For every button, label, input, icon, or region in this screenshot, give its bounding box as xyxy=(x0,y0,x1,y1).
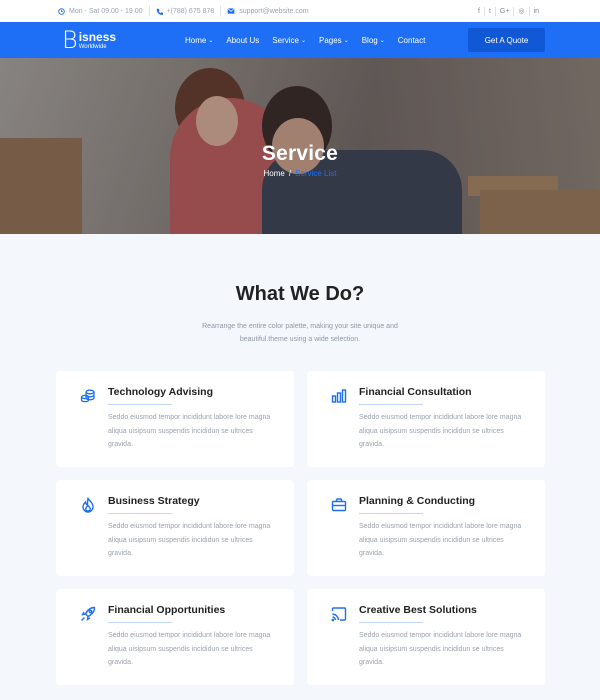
section-subtitle: Rearrange the entire color palette, maki… xyxy=(202,323,398,343)
nav-item-service[interactable]: Service ⌄ xyxy=(272,36,306,45)
services-section: What We Do? Rearrange the entire color p… xyxy=(0,234,600,700)
title-underline xyxy=(359,622,423,623)
service-title: Creative Best Solutions xyxy=(359,604,477,616)
nav-label: Contact xyxy=(397,35,426,45)
service-card[interactable]: Creative Best Solutions Seddo eiusmod te… xyxy=(307,589,545,685)
chevron-down-icon: ⌄ xyxy=(208,37,214,44)
service-card[interactable]: Financial Opportunities Seddo eiusmod te… xyxy=(56,589,294,685)
title-underline xyxy=(108,622,172,623)
service-card[interactable]: Planning & Conducting Seddo eiusmod temp… xyxy=(307,480,545,576)
briefcase-icon xyxy=(330,496,348,514)
service-title: Planning & Conducting xyxy=(359,495,476,507)
service-card[interactable]: Business Strategy Seddo eiusmod tempor i… xyxy=(56,480,294,576)
chevron-down-icon: ⌄ xyxy=(300,37,306,44)
logo-word: isness xyxy=(78,29,117,44)
phone-info[interactable]: +(788) 675 878 xyxy=(156,7,215,15)
nav-label: Pages xyxy=(319,35,342,45)
dribbble-icon[interactable]: ◎ xyxy=(514,7,528,15)
logo-letter: B xyxy=(62,26,78,54)
logo-tagline: Worldwide xyxy=(78,43,107,50)
cast-icon xyxy=(330,605,348,623)
logo[interactable]: B isness Worldwide xyxy=(62,28,185,52)
service-card[interactable]: Financial Consultation Seddo eiusmod tem… xyxy=(307,371,545,467)
nav-item-blog[interactable]: Blog ⌄ xyxy=(362,36,385,45)
rocket-icon xyxy=(79,605,97,623)
service-description: Seddo eiusmod tempor incididunt labore l… xyxy=(359,632,522,666)
page-title: Service xyxy=(261,142,339,165)
nav-label: Home xyxy=(185,35,207,45)
google-plus-icon[interactable]: G+ xyxy=(496,8,514,15)
service-card[interactable]: Technology Advising Seddo eiusmod tempor… xyxy=(56,371,294,467)
main-navbar: B isness Worldwide Home ⌄ About Us Servic… xyxy=(0,22,600,58)
hours-text: Mon - Sat 09.00 - 19.00 xyxy=(69,7,143,15)
service-title: Technology Advising xyxy=(108,386,214,398)
chevron-down-icon: ⌄ xyxy=(379,37,385,44)
flame-icon xyxy=(79,496,97,514)
section-heading: What We Do? xyxy=(235,283,365,305)
chevron-down-icon: ⌄ xyxy=(343,37,349,44)
breadcrumb-current: Service List xyxy=(295,169,337,178)
logo-words: isness Worldwide xyxy=(79,31,116,50)
bar-chart-icon xyxy=(330,387,348,405)
get-quote-button[interactable]: Get A Quote xyxy=(468,28,545,52)
service-description: Seddo eiusmod tempor incididunt labore l… xyxy=(108,632,271,666)
email-info[interactable]: support@website.com xyxy=(227,7,309,15)
nav-label: Blog xyxy=(361,35,378,45)
nav-item-pages[interactable]: Pages ⌄ xyxy=(319,36,349,45)
title-underline xyxy=(359,404,423,405)
nav-item-home[interactable]: Home ⌄ xyxy=(185,36,213,45)
service-description: Seddo eiusmod tempor incididunt labore l… xyxy=(359,523,522,557)
contact-info: Mon - Sat 09.00 - 19.00 +(788) 675 878 s… xyxy=(58,6,309,16)
linkedin-icon[interactable]: in xyxy=(530,8,543,15)
service-description: Seddo eiusmod tempor incididunt labore l… xyxy=(359,414,522,448)
service-title: Financial Opportunities xyxy=(108,604,226,616)
divider xyxy=(148,6,150,16)
divider xyxy=(220,6,222,16)
facebook-icon[interactable]: f xyxy=(474,8,484,15)
phone-text: +(788) 675 878 xyxy=(166,7,215,15)
envelope-icon xyxy=(227,8,235,14)
nav-item-contact[interactable]: Contact xyxy=(398,36,426,45)
breadcrumb-separator: / xyxy=(288,169,292,178)
title-underline xyxy=(108,404,172,405)
title-underline xyxy=(108,513,172,514)
breadcrumb-home[interactable]: Home xyxy=(264,169,285,178)
hours-info: Mon - Sat 09.00 - 19.00 xyxy=(58,8,143,15)
service-title: Business Strategy xyxy=(108,495,200,507)
page-hero: Service Home / Service List xyxy=(0,58,600,234)
top-info-bar: Mon - Sat 09.00 - 19.00 +(788) 675 878 s… xyxy=(0,0,600,22)
twitter-icon[interactable]: t xyxy=(485,8,495,15)
service-description: Seddo eiusmod tempor incididunt labore l… xyxy=(108,523,271,557)
service-title: Financial Consultation xyxy=(359,386,472,398)
social-links: f t G+ ◎ in xyxy=(474,6,543,16)
breadcrumb: Home / Service List xyxy=(0,169,600,178)
title-underline xyxy=(359,513,423,514)
nav-label: Service xyxy=(272,35,299,45)
coins-icon xyxy=(79,387,97,405)
nav-label: About Us xyxy=(226,35,260,45)
service-description: Seddo eiusmod tempor incididunt labore l… xyxy=(108,414,271,448)
phone-icon xyxy=(156,8,163,15)
clock-icon xyxy=(58,7,65,15)
nav-item-about[interactable]: About Us xyxy=(226,36,259,45)
main-menu: Home ⌄ About Us Service ⌄ Pages ⌄ Blog ⌄ Con… xyxy=(185,36,438,45)
email-text: support@website.com xyxy=(239,7,309,15)
